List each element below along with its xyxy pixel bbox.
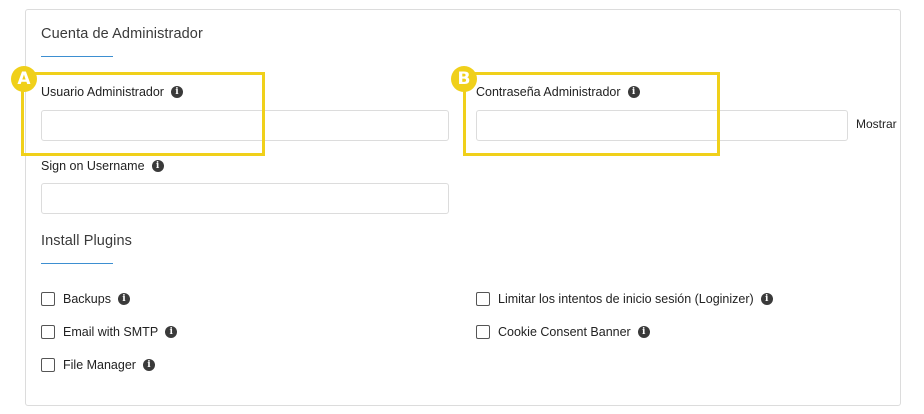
admin-user-label-text: Usuario Administrador <box>41 85 164 99</box>
plugin-cookie-label: Cookie Consent Banner <box>498 325 631 339</box>
plugin-smtp-label: Email with SMTP <box>63 325 159 339</box>
plugin-backups-label: Backups <box>63 292 111 306</box>
info-icon[interactable]: i <box>637 326 650 338</box>
admin-pass-label: Contraseña Administrador i <box>476 85 640 99</box>
plugin-file-manager-label: File Manager <box>63 358 136 372</box>
annotation-badge-a: A <box>11 66 37 92</box>
admin-pass-input[interactable] <box>476 110 848 141</box>
plugin-file-manager-row[interactable]: File Manager i <box>41 358 155 372</box>
info-icon[interactable]: i <box>142 359 155 371</box>
info-icon[interactable]: i <box>170 86 183 98</box>
info-icon[interactable]: i <box>151 160 164 172</box>
plugin-smtp-checkbox[interactable] <box>41 325 55 339</box>
admin-section-title: Cuenta de Administrador <box>41 26 203 42</box>
sign-on-label: Sign on Username i <box>41 159 164 173</box>
info-icon[interactable]: i <box>165 326 178 338</box>
sign-on-label-text: Sign on Username <box>41 159 145 173</box>
plugin-cookie-checkbox[interactable] <box>476 325 490 339</box>
info-icon[interactable]: i <box>627 86 640 98</box>
annotation-badge-b: B <box>451 66 477 92</box>
admin-user-input[interactable] <box>41 110 449 141</box>
plugin-smtp-row[interactable]: Email with SMTP i <box>41 325 178 339</box>
plugin-backups-checkbox[interactable] <box>41 292 55 306</box>
info-icon[interactable]: i <box>760 293 773 305</box>
plugins-section-underline <box>41 263 113 264</box>
plugins-section-title: Install Plugins <box>41 233 132 249</box>
info-icon[interactable]: i <box>117 293 130 305</box>
sign-on-input[interactable] <box>41 183 449 214</box>
plugin-file-manager-checkbox[interactable] <box>41 358 55 372</box>
admin-pass-label-text: Contraseña Administrador <box>476 85 621 99</box>
plugin-loginizer-row[interactable]: Limitar los intentos de inicio sesión (L… <box>476 292 773 306</box>
plugin-backups-row[interactable]: Backups i <box>41 292 130 306</box>
admin-user-label: Usuario Administrador i <box>41 85 183 99</box>
admin-section-underline <box>41 56 113 57</box>
show-password-toggle[interactable]: Mostrar <box>856 117 897 131</box>
plugin-loginizer-label: Limitar los intentos de inicio sesión (L… <box>498 292 754 306</box>
plugin-loginizer-checkbox[interactable] <box>476 292 490 306</box>
plugin-cookie-row[interactable]: Cookie Consent Banner i <box>476 325 650 339</box>
